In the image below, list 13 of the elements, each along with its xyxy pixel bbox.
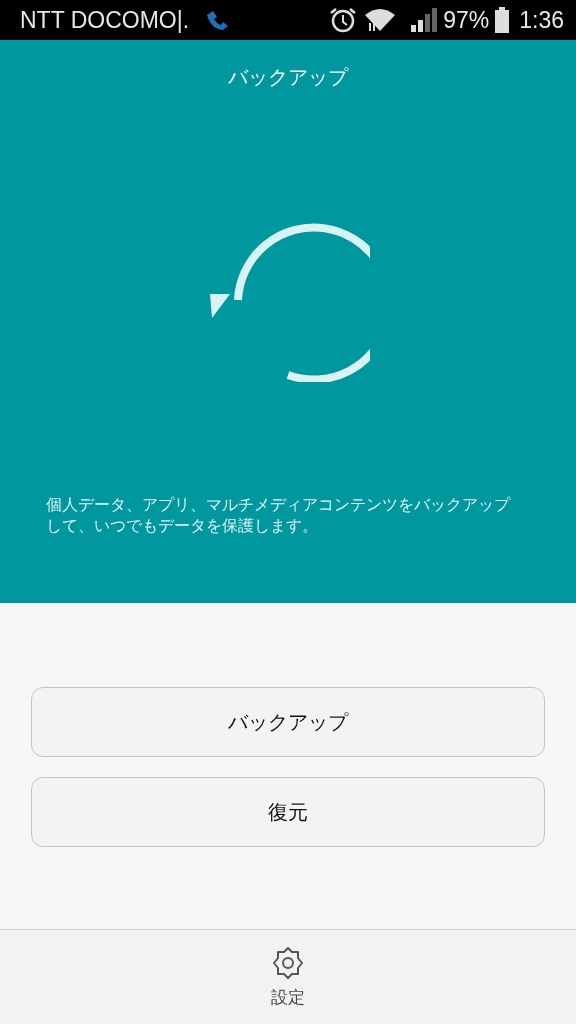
carrier-name: NTT DOCOMO|.: [20, 6, 190, 34]
settings-button[interactable]: 設定: [267, 930, 309, 1023]
action-button[interactable]: 復元: [31, 777, 545, 847]
screen-title: バックアップ: [228, 64, 348, 91]
battery-percent: 97%: [443, 6, 490, 34]
signal-icon: [411, 8, 438, 32]
wifi-icon: [363, 7, 398, 33]
description-text: 個人データ、アプリ、マルチメディアコンテンツをバックアップして、いつでもデータを保護します。: [46, 494, 512, 536]
clock-time: 1:36: [519, 6, 564, 34]
settings-icon: [271, 946, 305, 980]
alarm-clock-icon: [329, 7, 358, 33]
battery-icon: [495, 7, 510, 33]
action-button[interactable]: バックアップ: [31, 687, 545, 757]
